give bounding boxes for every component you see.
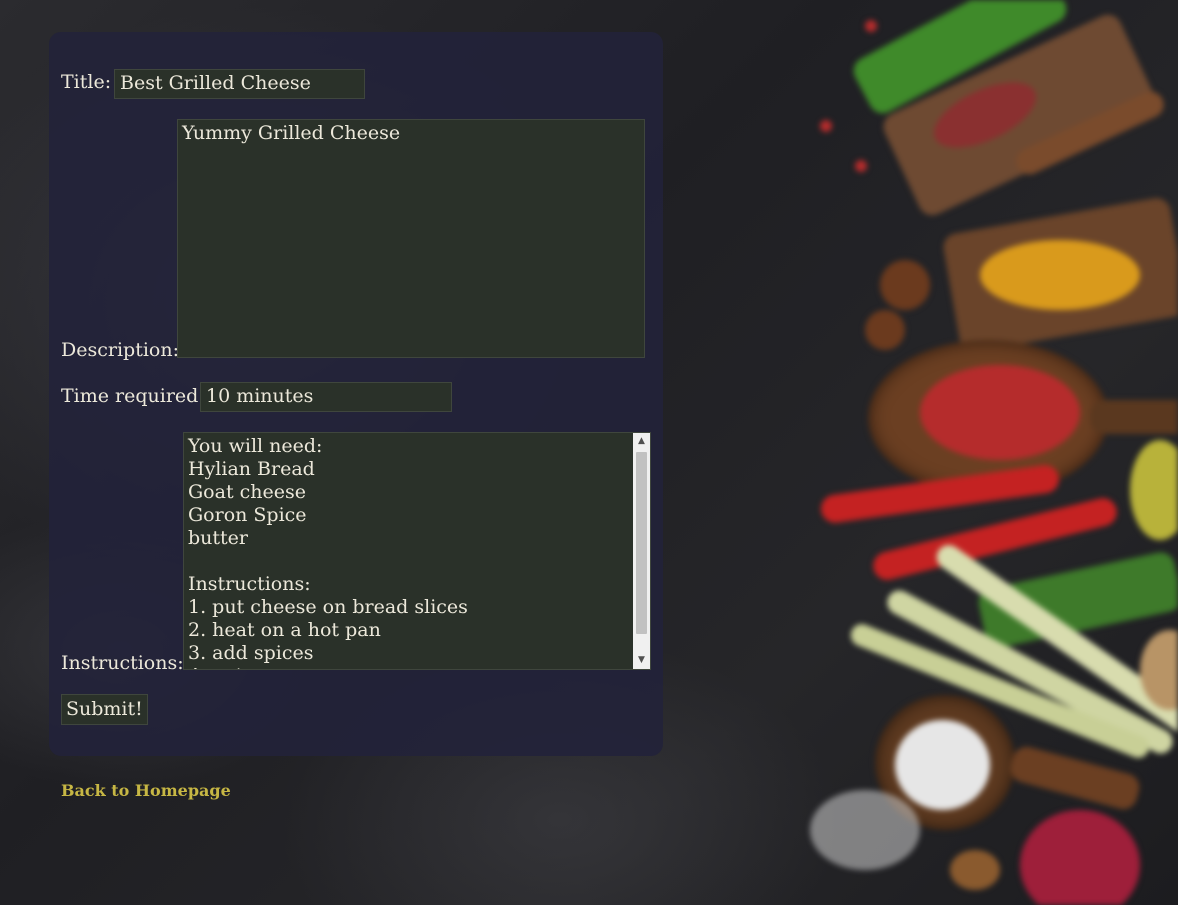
background-food-photo <box>780 0 1178 905</box>
title-input[interactable]: Best Grilled Cheese <box>114 69 365 99</box>
instructions-text: You will need: Hylian Bread Goat cheese … <box>188 435 468 669</box>
instructions-scrollbar[interactable]: ▲ ▼ <box>633 433 650 669</box>
instructions-textarea[interactable]: You will need: Hylian Bread Goat cheese … <box>183 432 651 670</box>
scroll-up-arrow-icon[interactable]: ▲ <box>633 433 650 450</box>
back-to-homepage-link[interactable]: Back to Homepage <box>61 781 231 800</box>
scroll-down-arrow-icon[interactable]: ▼ <box>633 652 650 669</box>
time-required-label: Time required: <box>61 385 205 407</box>
instructions-label: Instructions: <box>61 652 184 674</box>
description-textarea[interactable]: Yummy Grilled Cheese <box>177 119 645 358</box>
scroll-thumb[interactable] <box>636 452 647 634</box>
submit-button[interactable]: Submit! <box>61 694 148 725</box>
time-required-input[interactable]: 10 minutes <box>200 382 452 412</box>
description-label: Description: <box>61 339 179 361</box>
title-label: Title: <box>61 71 112 93</box>
